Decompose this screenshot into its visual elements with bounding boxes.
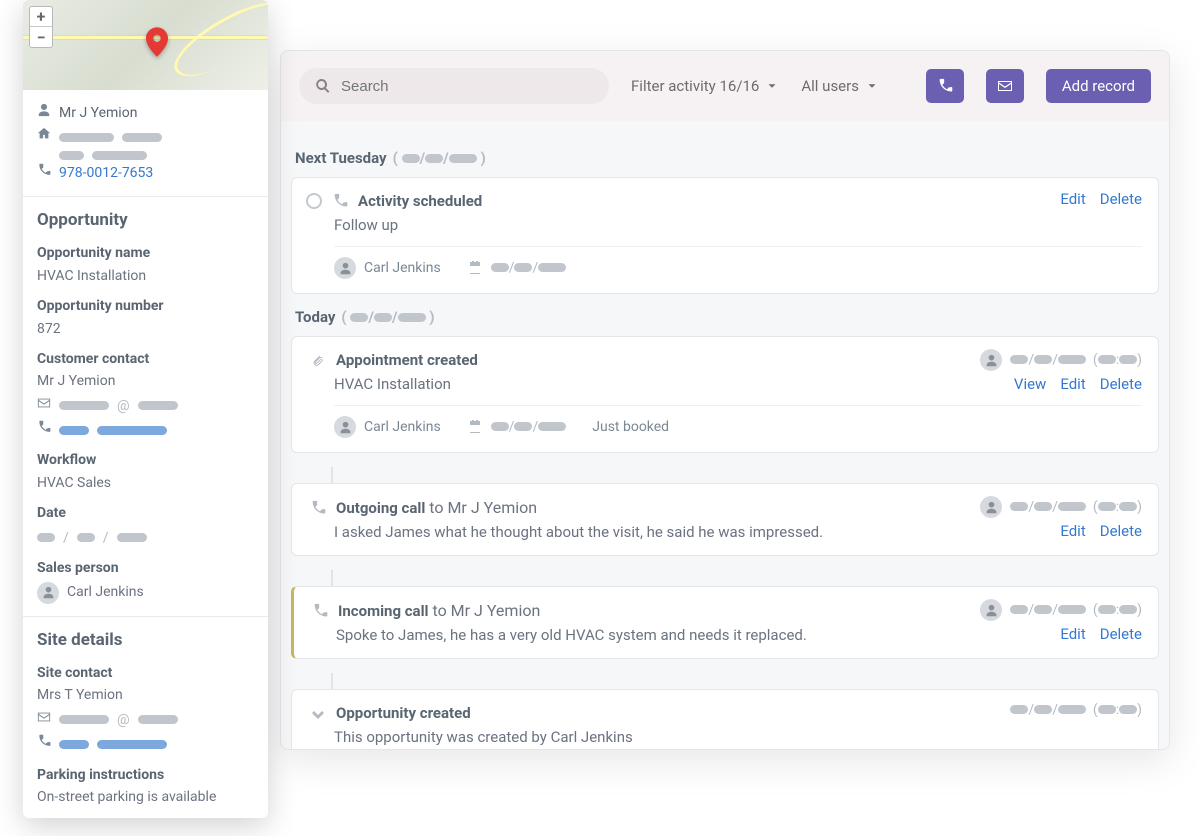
- map-pin-icon: [146, 27, 168, 61]
- site-heading: Site details: [37, 627, 254, 654]
- handshake-icon: [310, 705, 326, 721]
- avatar-icon: [334, 257, 356, 279]
- card-desc: Follow up: [334, 216, 1142, 234]
- opp-num-label: Opportunity number: [37, 295, 254, 317]
- card-note: Just booked: [592, 419, 669, 435]
- cust-contact-value: Mr J Yemion: [37, 370, 254, 392]
- map-preview[interactable]: + −: [23, 0, 268, 90]
- email-button[interactable]: [986, 69, 1024, 103]
- sales-person: Carl Jenkins: [67, 581, 144, 603]
- card-person: Carl Jenkins: [364, 260, 441, 276]
- activity-feed: Next Tuesday ( // ) Activity scheduled E…: [281, 121, 1169, 749]
- avatar-icon: [980, 349, 1002, 371]
- card-title: Appointment created: [336, 351, 478, 369]
- home-icon: [37, 126, 51, 148]
- card-title: Outgoing call: [336, 499, 425, 517]
- activity-card-incoming-call: Incoming call to Mr J Yemion // (:) Spok…: [291, 586, 1159, 659]
- status-dot[interactable]: [306, 193, 322, 209]
- chevron-down-icon: [765, 79, 779, 93]
- day-heading: Today ( // ): [295, 308, 1159, 326]
- calendar-icon: [467, 419, 483, 435]
- phone-icon: [37, 162, 51, 184]
- delete-link[interactable]: Delete: [1100, 625, 1142, 643]
- call-button[interactable]: [926, 69, 964, 103]
- address-placeholder: [92, 151, 147, 160]
- day-heading: Next Tuesday ( // ): [295, 149, 1159, 167]
- card-desc: Spoke to James, he has a very old HVAC s…: [336, 626, 1142, 644]
- contact-name: Mr J Yemion: [59, 102, 137, 124]
- opportunity-heading: Opportunity: [37, 207, 254, 234]
- card-title-to: to Mr J Yemion: [429, 601, 541, 620]
- edit-link[interactable]: Edit: [1060, 625, 1085, 643]
- address-placeholder: [59, 133, 114, 142]
- mail-icon: [37, 395, 51, 417]
- parking-value: On-street parking is available: [37, 786, 254, 808]
- add-record-button[interactable]: Add record: [1046, 69, 1151, 103]
- chevron-down-icon: [865, 79, 879, 93]
- opp-name-value: HVAC Installation: [37, 265, 254, 287]
- delete-link[interactable]: Delete: [1100, 190, 1142, 208]
- users-dropdown[interactable]: All users: [801, 77, 879, 95]
- avatar-icon: [980, 599, 1002, 621]
- main-panel: Filter activity 16/16 All users Add reco…: [280, 50, 1170, 750]
- delete-link[interactable]: Delete: [1100, 522, 1142, 540]
- phone-icon: [37, 733, 51, 755]
- workflow-label: Workflow: [37, 449, 254, 471]
- address-placeholder: [122, 133, 162, 142]
- map-zoom-in[interactable]: +: [30, 7, 52, 27]
- contact-phone[interactable]: 978-0012-7653: [59, 162, 153, 184]
- card-desc: This opportunity was created by Carl Jen…: [334, 728, 1142, 746]
- opp-name-label: Opportunity name: [37, 242, 254, 264]
- date-label: Date: [37, 502, 254, 524]
- delete-link[interactable]: Delete: [1100, 375, 1142, 393]
- sidebar-site: Site details Site contact Mrs T Yemion @…: [23, 617, 268, 819]
- sidebar-opportunity: Opportunity Opportunity name HVAC Instal…: [23, 197, 268, 617]
- activity-card-scheduled: Activity scheduled Edit Delete Follow up…: [291, 177, 1159, 294]
- search-icon: [315, 78, 331, 94]
- card-desc: I asked James what he thought about the …: [334, 523, 1142, 541]
- parking-label: Parking instructions: [37, 764, 254, 786]
- sidebar-contact: Mr J Yemion 978-0012-7653: [23, 90, 268, 197]
- phone-icon: [332, 193, 348, 209]
- timeline-connector: [331, 673, 333, 689]
- timeline-connector: [331, 570, 333, 586]
- phone-icon: [37, 419, 51, 441]
- calendar-icon: [467, 260, 483, 276]
- site-contact-label: Site contact: [37, 662, 254, 684]
- edit-link[interactable]: Edit: [1060, 522, 1085, 540]
- activity-card-outgoing-call: Outgoing call to Mr J Yemion // (:) I as…: [291, 483, 1159, 556]
- opp-num-value: 872: [37, 318, 254, 340]
- clip-icon: [310, 352, 326, 368]
- cust-contact-label: Customer contact: [37, 348, 254, 370]
- avatar-icon: [37, 582, 59, 604]
- user-icon: [37, 102, 51, 124]
- address-placeholder: [59, 151, 84, 160]
- activity-card-opportunity-created: Opportunity created // (:) This opportun…: [291, 689, 1159, 749]
- sidebar: + − Mr J Yemion 978-0012-7653 Opportunit…: [23, 0, 268, 818]
- map-zoom-out[interactable]: −: [30, 27, 52, 47]
- toolbar: Filter activity 16/16 All users Add reco…: [281, 51, 1169, 121]
- edit-link[interactable]: Edit: [1060, 190, 1085, 208]
- phone-icon: [312, 603, 328, 619]
- map-zoom-controls: + −: [29, 6, 53, 48]
- search-input[interactable]: [341, 78, 593, 95]
- card-title-to: to Mr J Yemion: [425, 498, 537, 517]
- workflow-value: HVAC Sales: [37, 472, 254, 494]
- sales-label: Sales person: [37, 557, 254, 579]
- edit-link[interactable]: Edit: [1060, 375, 1085, 393]
- activity-card-appointment: Appointment created // (:) HVAC Installa…: [291, 336, 1159, 453]
- search-box[interactable]: [299, 68, 609, 104]
- view-link[interactable]: View: [1014, 375, 1046, 393]
- card-title: Incoming call: [338, 602, 429, 620]
- filter-activity-dropdown[interactable]: Filter activity 16/16: [631, 77, 779, 95]
- card-title: Opportunity created: [336, 704, 471, 722]
- avatar-icon: [980, 496, 1002, 518]
- avatar-icon: [334, 416, 356, 438]
- timeline-connector: [331, 467, 333, 483]
- site-contact-value: Mrs T Yemion: [37, 684, 254, 706]
- mail-icon: [37, 709, 51, 731]
- card-title: Activity scheduled: [358, 192, 482, 210]
- card-person: Carl Jenkins: [364, 419, 441, 435]
- phone-icon: [310, 500, 326, 516]
